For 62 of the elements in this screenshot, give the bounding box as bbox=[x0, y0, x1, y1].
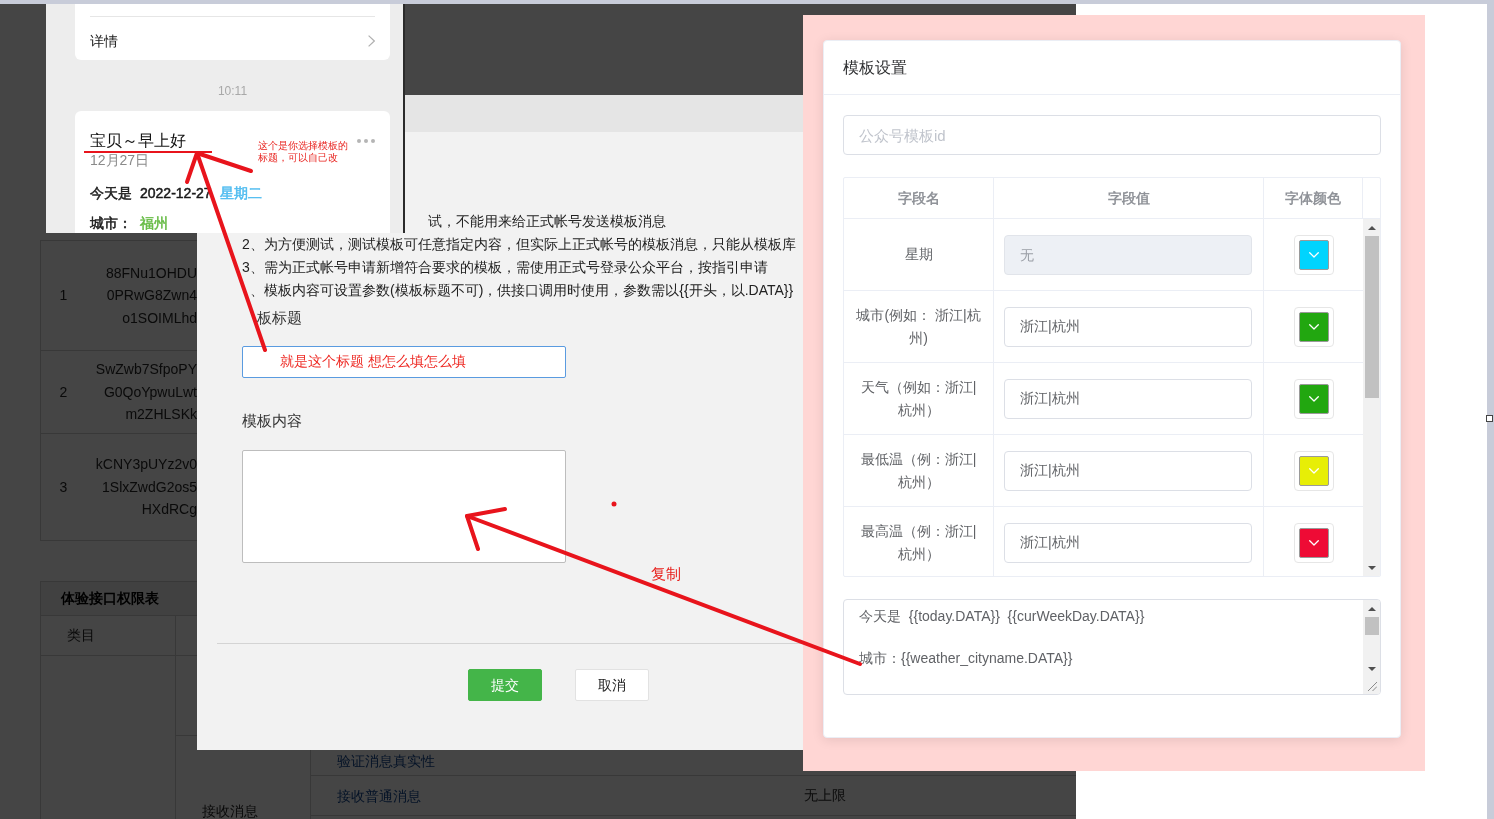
dot-icon bbox=[611, 501, 617, 507]
resize-grip-icon[interactable] bbox=[1368, 682, 1377, 691]
message-text: 今天是 bbox=[90, 185, 132, 202]
field-name: 城市(例如： 浙江|杭州) bbox=[855, 305, 982, 348]
instruction-text: 、模板内容可设置参数(模板标题不可)，供接口调用时使用，参数需以{{开头，以.DATA}} bbox=[250, 281, 794, 300]
message-title: 宝贝～早上好 bbox=[90, 131, 186, 151]
template-content-field[interactable]: 今天是 {{today.DATA}} {{curWeekDay.DATA}} 城市：{{weather_cityname.DATA}} bbox=[843, 599, 1381, 695]
scrollbar-thumb[interactable] bbox=[1364, 617, 1379, 635]
chevron-down-icon bbox=[1308, 251, 1319, 258]
id-cell-text: SwZwb7SfpoPY G0QoYpwuLwt m2ZHLSKk bbox=[95, 360, 197, 425]
field-name: 最低温（例：浙江|杭州） bbox=[859, 449, 978, 492]
more-icon[interactable] bbox=[357, 139, 375, 143]
row-number: 1 bbox=[59, 286, 68, 305]
instruction-text: 2、为方便测试，测试模板可任意指定内容，但实际上正式帐号的模板消息，只能从模板库 bbox=[242, 235, 796, 254]
resize-handle-icon bbox=[1486, 415, 1493, 422]
scroll-up-icon[interactable] bbox=[1367, 225, 1376, 230]
field-name: 最高温（例：浙江|杭州） bbox=[859, 521, 978, 564]
detail-link[interactable]: 详情 bbox=[90, 31, 118, 51]
message-text: 2022-12-27 bbox=[140, 185, 212, 202]
message-text: 城市： bbox=[90, 215, 132, 232]
scroll-down-icon[interactable] bbox=[1367, 666, 1376, 671]
card-title: 模板设置 bbox=[843, 57, 907, 78]
scroll-up-icon[interactable] bbox=[1367, 606, 1376, 611]
chevron-down-icon bbox=[1308, 395, 1319, 402]
template-id-input[interactable]: 公众号模板id bbox=[843, 115, 1381, 155]
content-textarea[interactable] bbox=[242, 450, 566, 563]
chevron-down-icon bbox=[1308, 539, 1319, 546]
chevron-down-icon bbox=[1308, 323, 1319, 330]
scrollbar-thumb[interactable] bbox=[1364, 236, 1379, 398]
annotation-note: 这个是你选择模板的标题，可以自己改 bbox=[258, 140, 349, 164]
title-input[interactable]: 就是这个标题 想怎么填怎么填 bbox=[242, 346, 566, 378]
field-value-input[interactable]: 浙江|杭州 bbox=[1004, 450, 1252, 491]
field-label: 模板内容 bbox=[242, 411, 302, 431]
scroll-down-icon[interactable] bbox=[1367, 565, 1376, 570]
section-title: 体验接口权限表 bbox=[61, 589, 159, 608]
field-value-input[interactable]: 浙江|杭州 bbox=[1004, 306, 1252, 347]
column-header: 类目 bbox=[67, 626, 95, 645]
field-value-input[interactable]: 浙江|杭州 bbox=[1004, 522, 1252, 563]
message-time: 10:11 bbox=[217, 83, 248, 99]
chevron-down-icon bbox=[1308, 467, 1319, 474]
field-name: 星期 bbox=[904, 245, 933, 264]
row-number: 3 bbox=[59, 477, 68, 497]
instruction-text: 试，不能用来给正式帐号发送模板消息 bbox=[428, 212, 666, 231]
column-header: 字段值 bbox=[1107, 188, 1150, 208]
cancel-button[interactable]: 取消 bbox=[575, 669, 649, 701]
scrollbar[interactable] bbox=[1363, 219, 1380, 576]
message-text: 福州 bbox=[140, 215, 168, 232]
instruction-text: 3、需为正式帐号申请新增符合要求的模板，需使用正式号登录公众平台，按指引申请 bbox=[242, 258, 768, 277]
field-name: 天气（例如：浙江|杭州） bbox=[859, 377, 978, 420]
row-number: 2 bbox=[59, 382, 68, 402]
message-text: 星期二 bbox=[219, 185, 262, 202]
field-value-input[interactable]: 浙江|杭州 bbox=[1004, 378, 1252, 419]
chevron-right-icon bbox=[368, 35, 375, 47]
annotation-label: 复制 bbox=[651, 565, 681, 583]
column-header: 字段名 bbox=[897, 188, 940, 208]
column-header: 字体颜色 bbox=[1285, 188, 1341, 208]
message-date: 12月27日 bbox=[90, 151, 150, 169]
category-cell: 接收消息 bbox=[202, 803, 258, 819]
id-cell-text: 88FNu1OHDU 0PRwG8Zwn4 o1SOIMLhd bbox=[105, 263, 197, 328]
id-cell-text: kCNY3pUYz2v0 1SlxZwdG2os5 HXdRCg bbox=[95, 455, 197, 520]
field-label: 板标题 bbox=[257, 308, 302, 328]
scrollbar[interactable] bbox=[1363, 600, 1380, 694]
